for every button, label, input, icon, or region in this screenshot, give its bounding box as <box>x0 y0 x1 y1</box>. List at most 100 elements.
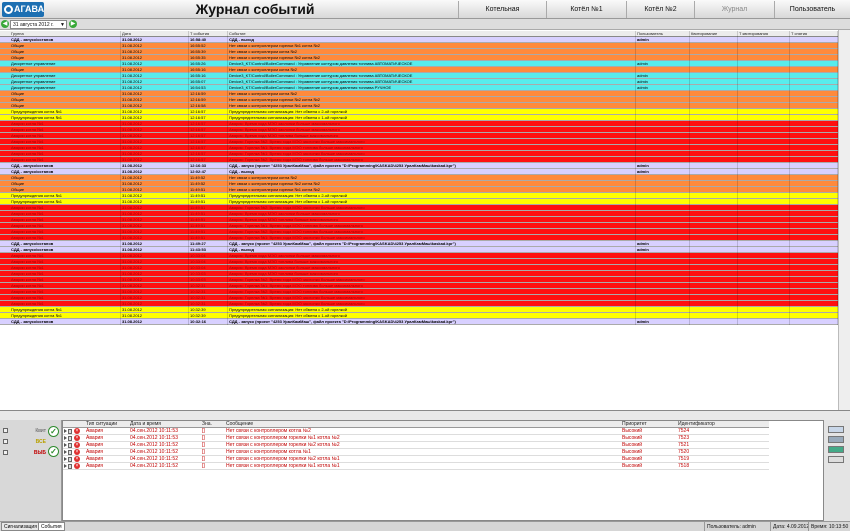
alarm-message: Нет связи с контроллером горелки №2 котл… <box>226 456 340 462</box>
alarm-message: Нет связи с контроллером горелки №1 котл… <box>226 435 340 441</box>
alarm-id: 7520 <box>678 449 690 455</box>
nav-boiler-house[interactable]: Котельная <box>458 1 546 18</box>
alarm-sign: [] <box>202 435 205 441</box>
screen-icon[interactable] <box>828 426 844 433</box>
alarm-row[interactable]: × Авария 04.сен.2012 10:11:53 [] Нет связи с… <box>63 428 769 435</box>
event-date: 31.08.2012 <box>121 319 189 325</box>
logo-text: АГАВА <box>14 4 45 14</box>
alarm-row[interactable]: × Авария 04.сен.2012 10:11:52 [] Нет связи с… <box>63 463 769 470</box>
speaker-icon <box>68 457 72 462</box>
ack-label: Квит <box>35 428 46 434</box>
alarm-message: Нет связи с контроллером горелки №2 котл… <box>226 442 340 448</box>
alarm-col-header-datetime: Дата и время <box>130 421 162 427</box>
play-arrow-icon <box>64 464 67 468</box>
date-toolbar: ◀ 31 августа 2012 г. ▼ ▶ <box>0 19 850 30</box>
alarm-panel: Квит ВСЕ ВЫБ ✓ ✓ Тип ситуации Дата и врем… <box>0 420 850 521</box>
alarm-message: Нет связи с контроллером котла №2 <box>226 428 311 434</box>
alarm-col-header-sign: Зна. <box>202 421 212 427</box>
date-picker[interactable]: 31 августа 2012 г. ▼ <box>10 20 67 29</box>
alarm-type: Авария <box>86 428 103 434</box>
alarm-error-icon: × <box>74 456 80 462</box>
alarm-error-icon: × <box>74 449 80 455</box>
logo-mark-icon <box>4 5 13 14</box>
ack-all-button[interactable]: ✓ <box>48 426 59 437</box>
ack-selected-button[interactable]: ✓ <box>48 446 59 457</box>
alarm-datetime: 04.сен.2012 10:11:53 <box>130 428 178 434</box>
event-message: СДД - запуск (проект "4253 УралКамМаш", … <box>228 319 636 325</box>
nav-boiler-2[interactable]: Котёл №2 <box>626 1 694 18</box>
alarms-header-row: Тип ситуации Дата и время Зна. Сообщение При… <box>63 421 769 428</box>
ack-selected-label: ВЫБ <box>33 450 46 456</box>
list-icon[interactable] <box>828 436 844 443</box>
alarm-sign: [] <box>202 442 205 448</box>
alarm-priority: Высокий <box>622 456 643 462</box>
alarm-error-icon: × <box>74 463 80 469</box>
alarm-type: Авария <box>86 456 103 462</box>
alarm-sign: [] <box>202 449 205 455</box>
alarm-priority: Высокий <box>622 463 643 469</box>
alarm-priority: Высокий <box>622 442 643 448</box>
next-day-icon[interactable]: ▶ <box>69 20 77 28</box>
nav-journal[interactable]: Журнал <box>694 1 774 18</box>
alarm-priority: Высокий <box>622 449 643 455</box>
empty-cell <box>690 319 738 325</box>
alarm-id: 7521 <box>678 442 690 448</box>
alarm-type: Авария <box>86 449 103 455</box>
prev-day-icon[interactable]: ◀ <box>1 20 9 28</box>
alarm-id: 7519 <box>678 456 690 462</box>
play-arrow-icon <box>64 457 67 461</box>
alarm-sign: [] <box>202 456 205 462</box>
tab-events[interactable]: События <box>38 522 65 531</box>
alarm-id: 7524 <box>678 428 690 434</box>
empty-cell <box>738 319 790 325</box>
alarm-col-header-message: Сообщение <box>226 421 254 427</box>
print-icon[interactable] <box>828 446 844 453</box>
status-time: Время: 10:13:50 <box>808 522 848 531</box>
alarm-row[interactable]: × Авария 04.сен.2012 10:11:53 [] Нет связи с… <box>63 435 769 442</box>
alarm-sign: [] <box>202 463 205 469</box>
alarm-error-icon: × <box>74 435 80 441</box>
play-arrow-icon <box>64 443 67 447</box>
event-row[interactable]: СДД - запуск/останов 31.08.2012 10:32:16 СД… <box>0 319 838 325</box>
speaker-icon <box>68 450 72 455</box>
event-user: admin <box>636 319 690 325</box>
event-time: 10:32:16 <box>189 319 228 325</box>
title-bar: АГАВА Журнал событий Котельная Котёл №1 … <box>0 0 850 19</box>
alarm-datetime: 04.сен.2012 10:11:52 <box>130 463 178 469</box>
tab-alarms[interactable]: Сигнализация <box>1 522 40 531</box>
alarm-row[interactable]: × Авария 04.сен.2012 10:11:52 [] Нет связи с… <box>63 442 769 449</box>
events-scrollbar[interactable] <box>838 30 850 410</box>
alarm-row[interactable]: × Авария 04.сен.2012 10:11:52 [] Нет связи с… <box>63 449 769 456</box>
alarm-datetime: 04.сен.2012 10:11:52 <box>130 456 178 462</box>
nav-boiler-1[interactable]: Котёл №1 <box>546 1 626 18</box>
alarm-error-icon: × <box>74 442 80 448</box>
flag-icon[interactable] <box>3 450 8 455</box>
status-date: Дата: 4.09.2012 <box>770 522 809 531</box>
alarm-id: 7518 <box>678 463 690 469</box>
nav-user[interactable]: Пользователь <box>774 1 850 18</box>
chevron-down-icon[interactable]: ▼ <box>60 21 65 29</box>
events-table: Группа Дата T события Событие Пользователь Кв… <box>0 30 850 411</box>
event-group: СДД - запуск/останов <box>10 319 121 325</box>
alarm-id: 7523 <box>678 435 690 441</box>
alarms-table: Тип ситуации Дата и время Зна. Сообщение При… <box>62 420 824 521</box>
alarm-datetime: 04.сен.2012 10:11:53 <box>130 435 178 441</box>
status-user: Пользователь: admin <box>704 522 756 531</box>
speaker-icon <box>68 443 72 448</box>
ack-all-label: ВСЕ <box>35 439 46 445</box>
status-bar: Сигнализация События Пользователь: admin… <box>0 521 850 531</box>
alarm-type: Авария <box>86 435 103 441</box>
alarm-datetime: 04.сен.2012 10:11:52 <box>130 442 178 448</box>
alarm-row[interactable]: × Авария 04.сен.2012 10:11:52 [] Нет связи с… <box>63 456 769 463</box>
alarm-sign: [] <box>202 428 205 434</box>
play-arrow-icon <box>64 429 67 433</box>
alarm-type: Авария <box>86 442 103 448</box>
flag-icon[interactable] <box>3 428 8 433</box>
alarm-col-header-id: Идентификатор <box>678 421 715 427</box>
alarm-message: Нет связи с контроллером котла №1 <box>226 449 311 455</box>
empty-cell <box>790 319 838 325</box>
play-arrow-icon <box>64 436 67 440</box>
flag-icon[interactable] <box>3 439 8 444</box>
settings-icon[interactable] <box>828 456 844 463</box>
alarm-priority: Высокий <box>622 428 643 434</box>
